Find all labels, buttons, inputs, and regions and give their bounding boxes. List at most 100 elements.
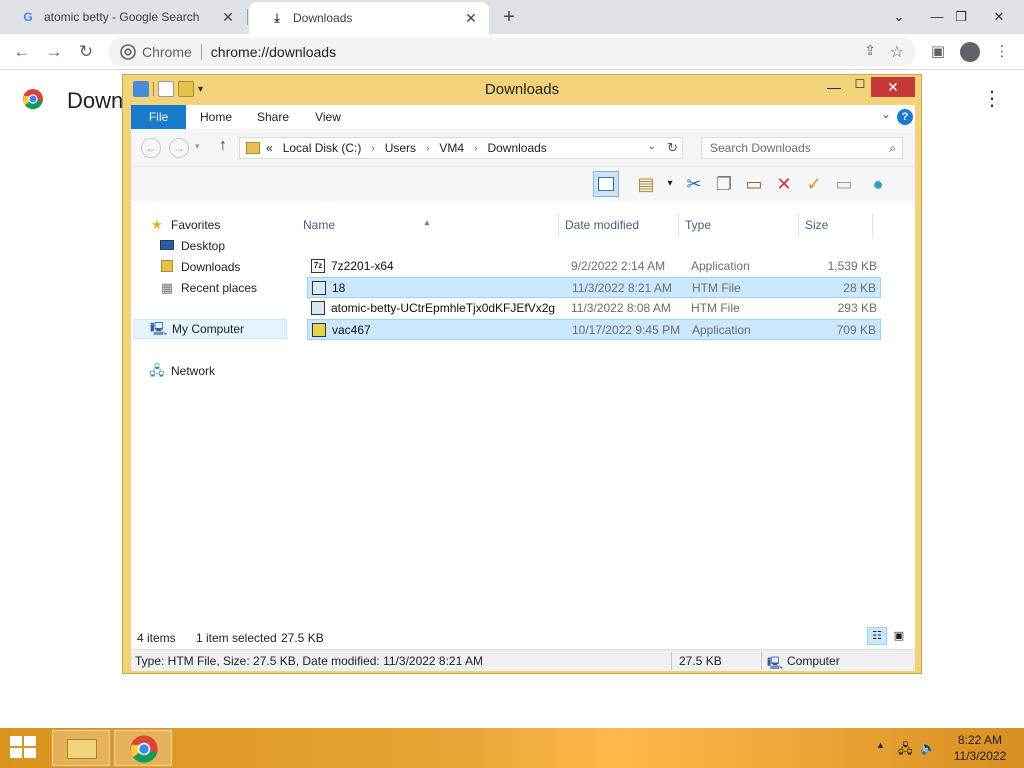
show-hidden-icons-icon[interactable]: ▲ bbox=[876, 740, 885, 750]
nav-recent-places[interactable]: ▦ Recent places bbox=[159, 278, 319, 298]
sort-ascending-icon: ▲ bbox=[423, 218, 431, 227]
file-name: atomic-betty-UCtrEpmhleTjx0dKFJEfVx2g bbox=[331, 301, 556, 315]
volume-icon[interactable]: 🔈 bbox=[920, 740, 936, 756]
delete-icon[interactable]: ✕ bbox=[771, 171, 797, 197]
taskbar-file-explorer[interactable] bbox=[52, 730, 110, 766]
tab-downloads[interactable]: ⤓ Downloads ✕ bbox=[249, 2, 489, 34]
help-icon[interactable]: ? bbox=[897, 109, 913, 125]
column-header-type[interactable]: Type bbox=[679, 213, 799, 237]
large-icons-view-icon[interactable]: ▣ bbox=[889, 627, 909, 645]
crumb-separator-icon[interactable]: › bbox=[474, 143, 477, 154]
crumb-vm4[interactable]: VM4 bbox=[439, 141, 464, 155]
address-dropdown-icon[interactable]: ⌄ bbox=[648, 141, 656, 152]
system-clock[interactable]: 8:22 AM 11/3/2022 bbox=[944, 732, 1016, 764]
downloads-folder-icon bbox=[159, 260, 175, 274]
computer-icon: 🖳 bbox=[150, 321, 168, 336]
close-window-button[interactable]: ✕ bbox=[982, 0, 1016, 34]
google-g-icon: G bbox=[23, 10, 33, 24]
file-row-selected[interactable]: 18 11/3/2022 8:21 AM HTM File 28 KB bbox=[307, 277, 881, 298]
search-downloads-input[interactable]: Search Downloads ⌕ bbox=[701, 137, 903, 159]
bookmark-star-icon[interactable]: ☆ bbox=[890, 42, 904, 62]
ribbon-tab-home[interactable]: Home bbox=[193, 105, 239, 129]
nav-my-computer[interactable]: 🖳 My Computer bbox=[133, 319, 287, 339]
details-view-icon[interactable]: ☷ bbox=[867, 627, 887, 645]
network-tray-icon[interactable]: 🖧 bbox=[898, 740, 913, 762]
details-size: 27.5 KB bbox=[679, 654, 722, 668]
column-header-size[interactable]: Size bbox=[799, 213, 873, 237]
reload-button[interactable]: ↻ bbox=[74, 40, 98, 64]
star-icon: ★ bbox=[151, 217, 163, 232]
explorer-close-button[interactable]: ✕ bbox=[871, 77, 915, 97]
tab-search-chevron-icon[interactable]: ⌄ bbox=[882, 0, 916, 34]
explorer-address-bar[interactable]: « Local Disk (C:) › Users › VM4 › Downlo… bbox=[239, 137, 683, 159]
ribbon-tab-view[interactable]: View bbox=[307, 105, 349, 129]
explorer-back-button[interactable]: ← bbox=[141, 138, 161, 158]
recent-locations-icon[interactable]: ▾ bbox=[195, 141, 200, 152]
folder-icon bbox=[246, 142, 260, 154]
ribbon-tab-share[interactable]: Share bbox=[249, 105, 297, 129]
column-label: Name bbox=[303, 218, 336, 232]
refresh-icon[interactable]: ↻ bbox=[667, 140, 678, 156]
side-panel-icon[interactable]: ▣ bbox=[926, 40, 950, 64]
file-row[interactable]: vac467 10/17/2022 9:45 PM Application 70… bbox=[307, 319, 881, 340]
nav-label: My Computer bbox=[172, 322, 245, 336]
crumb-separator-icon[interactable]: › bbox=[371, 143, 374, 154]
crumb-users[interactable]: Users bbox=[385, 141, 416, 155]
crumb-separator-icon[interactable]: › bbox=[426, 143, 429, 154]
back-button[interactable]: ← bbox=[10, 40, 34, 64]
file-row[interactable]: atomic-betty-UCtrEpmhleTjx0dKFJEfVx2g 11… bbox=[307, 298, 881, 319]
crumb-downloads[interactable]: Downloads bbox=[487, 141, 546, 155]
details-divider bbox=[761, 652, 762, 670]
address-bar[interactable]: Chrome chrome://downloads ⇪ ☆ bbox=[108, 38, 916, 66]
shell-icon[interactable]: ● bbox=[865, 171, 891, 197]
crumb-local-disk[interactable]: Local Disk (C:) bbox=[283, 141, 362, 155]
close-tab-icon[interactable]: ✕ bbox=[463, 10, 479, 27]
folder-options-icon[interactable]: ▤ bbox=[633, 171, 659, 197]
preview-pane-icon[interactable] bbox=[593, 171, 619, 197]
close-tab-icon[interactable]: ✕ bbox=[220, 9, 236, 26]
file-row[interactable]: 7z 7z2201-x64 9/2/2022 2:14 AM Applicati… bbox=[307, 256, 881, 277]
explorer-title: Downloads bbox=[484, 81, 560, 98]
restore-button[interactable]: ❐ bbox=[944, 0, 978, 34]
recent-places-icon: ▦ bbox=[160, 280, 174, 295]
chrome-icon bbox=[120, 44, 136, 60]
file-size: 293 KB bbox=[837, 301, 877, 315]
file-size: 28 KB bbox=[843, 281, 876, 295]
chrome-menu-icon[interactable]: ⋮ bbox=[990, 40, 1014, 64]
options-dropdown-icon[interactable]: ▾ bbox=[657, 171, 683, 197]
details-bar: Type: HTM File, Size: 27.5 KB, Date modi… bbox=[131, 649, 915, 671]
nav-downloads[interactable]: Downloads bbox=[159, 257, 319, 277]
explorer-body: ← → ▾ ↑ « Local Disk (C:) › Users › VM4 … bbox=[131, 129, 915, 671]
more-actions-icon[interactable]: ⋮ bbox=[982, 86, 1002, 111]
cut-icon[interactable]: ✂ bbox=[681, 171, 707, 197]
taskbar-chrome[interactable] bbox=[114, 730, 172, 766]
file-name: 18 bbox=[332, 281, 346, 295]
ribbon-tab-file[interactable]: File bbox=[131, 105, 186, 129]
site-chip-label: Chrome bbox=[142, 44, 192, 60]
forward-button[interactable]: → bbox=[42, 40, 66, 64]
explorer-forward-button[interactable]: → bbox=[169, 138, 189, 158]
up-one-level-button[interactable]: ↑ bbox=[219, 137, 227, 155]
tab-divider bbox=[247, 9, 248, 25]
profile-avatar[interactable] bbox=[958, 40, 982, 64]
column-header-date[interactable]: Date modified bbox=[559, 213, 679, 237]
column-header-name[interactable]: Name ▲ bbox=[297, 213, 559, 237]
nav-favorites[interactable]: ★ Favorites bbox=[149, 215, 309, 235]
desktop-icon bbox=[159, 239, 175, 253]
new-tab-button[interactable]: + bbox=[498, 4, 520, 30]
file-date: 11/3/2022 8:08 AM bbox=[571, 301, 671, 315]
expand-ribbon-icon[interactable]: ⌄ bbox=[881, 107, 891, 121]
explorer-minimize-button[interactable]: — bbox=[823, 79, 845, 95]
paste-icon[interactable]: ▭ bbox=[741, 171, 767, 197]
share-icon[interactable]: ⇪ bbox=[864, 42, 876, 59]
address-overflow[interactable]: « bbox=[266, 141, 273, 155]
copy-icon[interactable]: ❐ bbox=[711, 171, 737, 197]
nav-network[interactable]: 🖧 Network bbox=[149, 361, 309, 381]
nav-desktop[interactable]: Desktop bbox=[159, 236, 319, 256]
htm-file-icon bbox=[311, 301, 325, 315]
tab-google-search[interactable]: G atomic betty - Google Search ✕ bbox=[0, 0, 246, 34]
start-button[interactable] bbox=[10, 736, 38, 760]
explorer-maximize-button[interactable]: ☐ bbox=[849, 77, 871, 91]
checkmark-icon[interactable]: ✓ bbox=[801, 171, 827, 197]
rename-icon[interactable]: ▭ bbox=[831, 171, 857, 197]
